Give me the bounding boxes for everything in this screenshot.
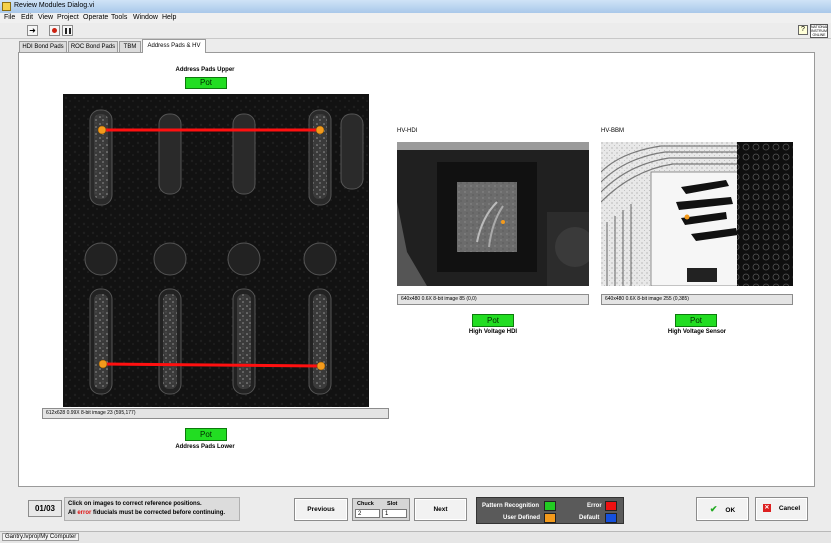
legend-pattern-label: Pattern Recognition [482,503,540,509]
hv-hdi-pot-button[interactable]: Pot [472,314,514,327]
slot-field[interactable]: 1 [382,509,407,518]
upper-title: Address Pads Upper [175,67,235,73]
hv-bbm-label: HV-BBM [601,128,625,134]
close-icon: ✕ [762,504,771,513]
upper-pot-button[interactable]: Pot [185,77,227,89]
chuck-field[interactable]: 2 [355,509,380,518]
hv-hdi-label: HV-HDI [397,128,418,134]
chuck-label: Chuck [357,501,374,507]
pause-icon[interactable] [62,25,73,36]
menu-help[interactable]: Help [162,14,176,21]
menu-bar: File Edit View Project Operate Tools Win… [0,13,831,23]
menu-file[interactable]: File [4,14,15,21]
hv-hdi-picture[interactable] [397,142,589,286]
main-image-status: 612x628 0.99X 8-bit image 23 (595,177) [42,408,389,419]
legend-error-swatch [605,501,617,511]
legend-box: Pattern Recognition User Defined Error D… [476,497,624,524]
menu-tools[interactable]: Tools [111,14,127,21]
legend-default-label: Default [579,515,600,521]
check-icon: ✔ [709,504,718,514]
tab-hdi-bond-pads[interactable]: HDI Bond Pads [19,41,67,52]
hv-bbm-image[interactable] [601,142,793,286]
page-counter: 01/03 [28,500,62,517]
next-button[interactable]: Next [414,498,467,521]
previous-button[interactable]: Previous [294,498,348,521]
vi-icon [2,2,11,11]
hv-bbm-picture[interactable] [601,142,793,286]
title-bar: Review Modules Dialog.vi [0,0,831,14]
toolbar: ➜ [0,23,831,39]
help-icon[interactable]: ? [798,25,808,35]
address-pads-image[interactable] [63,94,369,407]
project-path: Gantry.lvproj/My Computer [2,533,80,541]
tab-address-pads-hv[interactable]: Address Pads & HV [142,39,206,53]
menu-window[interactable]: Window [133,14,158,21]
abort-icon[interactable] [49,25,60,36]
slot-label: Slot [387,501,398,507]
legend-user-swatch [544,513,556,523]
error-word: error [77,510,92,516]
tab-roc-bond-pads[interactable]: ROC Bond Pads [68,41,118,52]
hv-hdi-status: 640x480 0.6X 8-bit image 85 (0,0) [397,294,589,305]
legend-default-swatch [605,513,617,523]
cancel-button[interactable]: ✕ Cancel [755,497,808,521]
ni-logo: NATIONAL INSTRUMENTS ONLINE [810,24,828,38]
instructions-box: Click on images to correct reference pos… [64,497,240,521]
chuck-slot-group: Chuck 2 Slot 1 [352,498,410,521]
hv-bbm-status: 640x480 0.6X 8-bit image 255 (0,385) [601,294,793,305]
instruction-line-2: All error fiducials must be corrected be… [68,510,226,516]
menu-operate[interactable]: Operate [83,14,108,21]
lower-title: Address Pads Lower [175,444,235,450]
hv-bbm-pot-button[interactable]: Pot [675,314,717,327]
hv-bbm-caption: High Voltage Sensor [667,329,727,335]
status-bar: Gantry.lvproj/My Computer [0,531,831,543]
ok-button[interactable]: ✔ OK [696,497,749,521]
menu-project[interactable]: Project [57,14,79,21]
lower-pot-button[interactable]: Pot [185,428,227,441]
legend-pattern-swatch [544,501,556,511]
legend-user-label: User Defined [503,515,541,521]
run-arrow-icon[interactable]: ➜ [27,25,38,36]
tab-tbm[interactable]: TBM [119,41,141,52]
hv-hdi-caption: High Voltage HDI [468,329,518,335]
hv-hdi-image[interactable] [397,142,589,286]
address-pads-picture[interactable] [63,94,369,407]
window-title: Review Modules Dialog.vi [14,2,95,9]
legend-error-label: Error [587,503,602,509]
menu-view[interactable]: View [38,14,53,21]
menu-edit[interactable]: Edit [21,14,33,21]
instruction-line-1: Click on images to correct reference pos… [68,501,202,507]
